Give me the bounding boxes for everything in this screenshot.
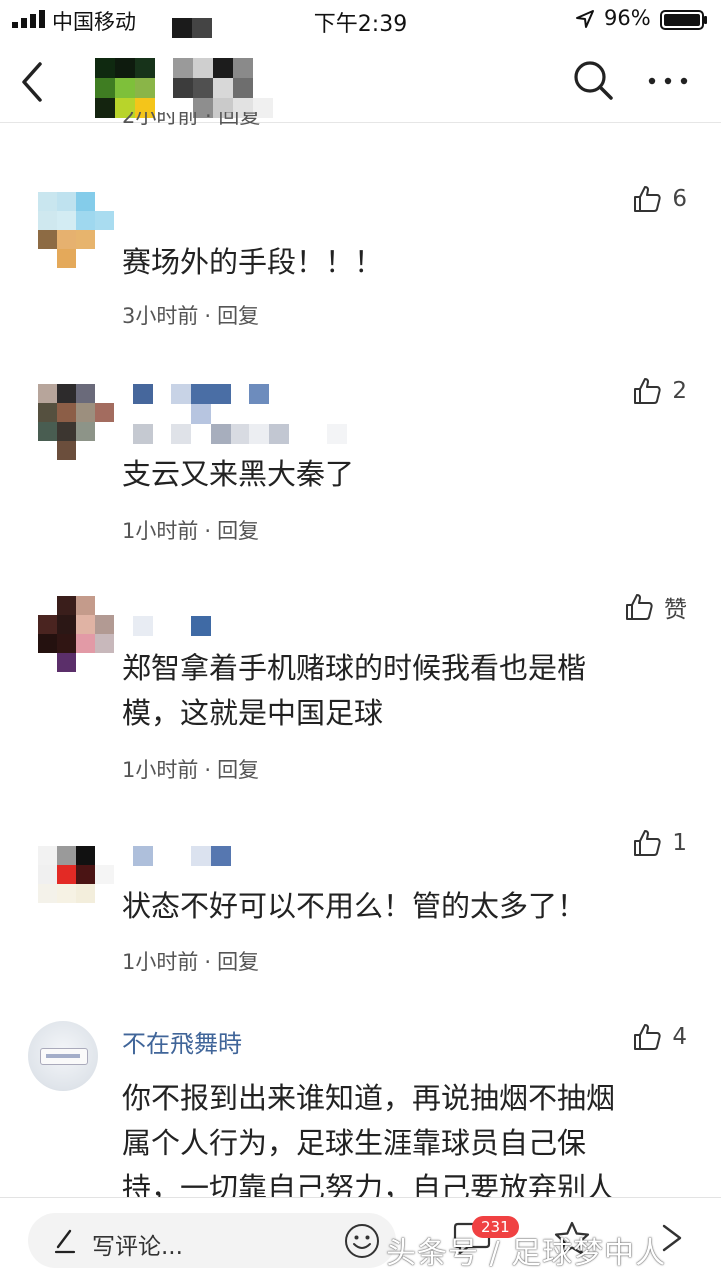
thumbs-up-icon: [634, 1024, 661, 1050]
comment-time: 1小时前: [122, 950, 199, 974]
thumbs-up-icon: [626, 594, 653, 620]
battery-icon: [660, 10, 707, 30]
search-icon[interactable]: [571, 58, 615, 102]
battery-percent: 96%: [604, 6, 651, 30]
reply-link[interactable]: 回复: [217, 754, 259, 784]
username[interactable]: [133, 384, 348, 444]
comment-meta: 1小时前 · 回复: [122, 946, 259, 976]
username[interactable]: [133, 846, 233, 866]
avatar[interactable]: [38, 384, 116, 462]
more-icon[interactable]: [646, 70, 690, 92]
reply-link[interactable]: 回复: [217, 515, 259, 545]
comment-placeholder: 写评论...: [92, 1234, 183, 1260]
watermark: 头条号 / 足球梦中人: [386, 1236, 667, 1271]
comment-text: 状态不好可以不用么！管的太多了！: [122, 889, 587, 923]
pen-icon: [54, 1229, 76, 1254]
comment-meta: 1小时前 · 回复: [122, 515, 259, 545]
avatar[interactable]: [38, 596, 116, 674]
bottom-bar: 写评论... 231 头条号 / 足球梦中人: [0, 1197, 721, 1284]
comment-input[interactable]: 写评论...: [28, 1213, 396, 1268]
like-button[interactable]: 1: [632, 828, 687, 858]
avatar[interactable]: [38, 846, 116, 906]
comment-time: 1小时前: [122, 758, 199, 782]
thumbs-up-icon: [634, 378, 661, 404]
username[interactable]: 不在飛舞時: [122, 1024, 242, 1059]
emoji-icon[interactable]: [343, 1222, 381, 1260]
like-button[interactable]: 4: [632, 1022, 687, 1052]
reply-link[interactable]: 回复: [217, 946, 259, 976]
like-button[interactable]: 2: [632, 376, 687, 406]
thumbs-up-icon: [634, 186, 661, 212]
previous-comment-meta: 2小时前 · 回复: [122, 112, 261, 128]
comment-time: 1小时前: [122, 519, 199, 543]
like-count: 6: [672, 186, 687, 212]
like-count: 4: [672, 1024, 687, 1050]
comment-text: 你不报到出来谁知道，再说抽烟不抽烟 属个人行为，足球生涯靠球员自己保 持，一切靠…: [122, 1081, 616, 1205]
author-avatar[interactable]: [95, 58, 155, 118]
author-name[interactable]: [173, 58, 273, 118]
like-button[interactable]: 赞: [624, 590, 687, 624]
location-arrow-icon: [576, 10, 594, 28]
comment-meta: 1小时前 · 回复: [122, 754, 259, 784]
avatar[interactable]: [28, 1021, 98, 1091]
comment-meta: 3小时前 · 回复: [122, 300, 259, 330]
like-button[interactable]: 6: [632, 184, 687, 214]
comment-text: 郑智拿着手机赌球的时候我看也是楷 模，这就是中国足球: [122, 651, 587, 730]
status-bar: 中国移动 下午2:39 96%: [0, 0, 721, 40]
avatar[interactable]: [38, 192, 116, 270]
comment-text: 支云又来黑大秦了: [122, 457, 355, 491]
reply-link[interactable]: 回复: [217, 300, 259, 330]
like-count: 1: [672, 830, 687, 856]
like-count: 2: [672, 378, 687, 404]
username[interactable]: [133, 194, 143, 204]
thumbs-up-icon: [634, 830, 661, 856]
comment-time: 3小时前: [122, 304, 199, 328]
nav-bar: [0, 40, 721, 123]
username[interactable]: [133, 616, 213, 636]
back-arrow-icon[interactable]: [14, 58, 54, 106]
avatar-image: [40, 1048, 88, 1065]
comment-text: 赛场外的手段！！！: [122, 245, 384, 279]
like-count: 赞: [664, 597, 687, 623]
